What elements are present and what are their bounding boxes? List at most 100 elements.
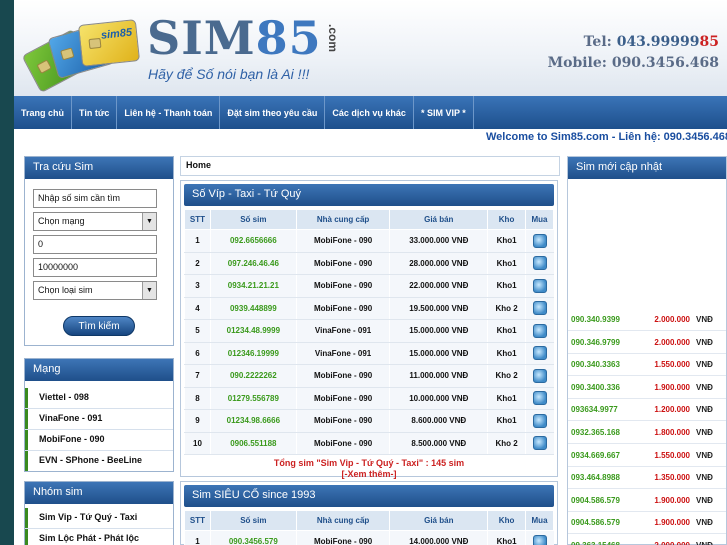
nav-news[interactable]: Tin tức (72, 96, 118, 129)
sim-cards-logo[interactable]: sim85 (21, 14, 147, 94)
sim-number-link[interactable]: 0934.21.21.21 (209, 274, 297, 298)
row-price: 33.000.000 VNĐ (389, 229, 488, 253)
col-price: Giá bán (389, 209, 489, 230)
col-buy: Mua (525, 510, 554, 531)
table-row: 9 01234.98.6666 MobiFone - 090 8.600.000 VN… (184, 409, 554, 433)
sim-number-link[interactable]: 097.246.46.46 (209, 252, 297, 275)
new-sim-number: 090.340.9399 (571, 315, 620, 324)
nav-home[interactable]: Trang chủ (14, 96, 73, 129)
group-item-vip[interactable]: Sim Vip - Tứ Quý - Taxi (25, 508, 173, 528)
sim-number-link[interactable]: 0939.448899 (209, 297, 297, 320)
network-item-vinafone[interactable]: VinaFone - 091 (25, 409, 173, 429)
nav-contact-payment[interactable]: Liên hệ - Thanh toán (117, 96, 221, 129)
sim-type-select[interactable]: Chọn loại sim ▼ (33, 281, 157, 300)
card-label: sim85 (100, 26, 133, 42)
new-sim-currency: VNĐ (696, 428, 713, 437)
new-sim-row[interactable]: 090.340.9399 2.000.000 VNĐ (568, 309, 726, 331)
buy-cell (525, 274, 554, 298)
new-sim-row[interactable]: 09.363.154682.000.000VNĐ (568, 535, 726, 545)
main-nav: Trang chủ Tin tức Liên hệ - Thanh toán Đ… (14, 96, 727, 129)
sim-number-link[interactable]: 090.2222262 (209, 364, 297, 388)
new-sim-price: 2.000.000 (654, 337, 690, 347)
sim-number-link[interactable]: 01279.556789 (209, 387, 297, 410)
network-item-evn[interactable]: EVN - SPhone - BeeLine (25, 451, 173, 471)
cart-icon[interactable] (532, 368, 547, 383)
new-sim-currency: VNĐ (696, 495, 713, 505)
sim-number-link[interactable]: 092.6656666 (209, 229, 297, 253)
sim-group-panel: Nhóm sim Sim Vip - Tứ Quý - Taxi Sim Lộc… (24, 481, 174, 545)
group-item-loc-phat[interactable]: Sim Lộc Phát - Phát lộc (25, 529, 173, 545)
buy-cell (525, 252, 554, 275)
col-buy: Mua (525, 209, 554, 230)
row-provider: MobiFone - 090 (295, 530, 390, 545)
new-sim-row[interactable]: 0932.365.168 1.800.000 VNĐ (568, 422, 726, 444)
col-store: Kho (487, 209, 527, 230)
cart-icon[interactable] (532, 323, 547, 338)
sim-number-link[interactable]: 0906.551188 (209, 432, 297, 455)
nav-other-services[interactable]: Các dịch vụ khác (325, 96, 414, 129)
sim-number-link[interactable]: 01234.48.9999 (209, 319, 297, 343)
cart-icon[interactable] (532, 436, 547, 451)
mobile-contact: Mobile: 090.3456.468 (547, 55, 719, 71)
new-sim-row[interactable]: 090.346.9799 2.000.000 VNĐ (568, 332, 726, 354)
col-number: Số sim (209, 510, 297, 531)
new-sim-price: 1.200.000 (654, 405, 690, 415)
cart-icon[interactable] (532, 233, 547, 248)
search-button[interactable]: Tìm kiếm (63, 316, 135, 336)
new-sim-price: 1.550.000 (654, 360, 690, 370)
new-sim-row[interactable]: 090.340.3363 1.550.000 VNĐ (568, 354, 726, 377)
row-stt: 7 (184, 364, 211, 388)
chevron-down-icon: ▼ (142, 213, 156, 230)
row-stt: 4 (184, 297, 211, 320)
sim-number-link[interactable]: 012346.19999 (209, 342, 297, 365)
nav-sim-vip[interactable]: * SIM VIP * (414, 96, 474, 129)
breadcrumb[interactable]: Home (180, 156, 560, 176)
new-sim-number: 0904.586.579 (571, 518, 620, 528)
row-store: Kho 2 (487, 297, 526, 320)
sim-number-link[interactable]: 090.3456.579 (209, 530, 297, 545)
cart-icon[interactable] (532, 301, 547, 316)
new-sim-currency: VNĐ (696, 315, 713, 324)
cart-icon[interactable] (532, 346, 547, 361)
buy-cell (525, 319, 554, 343)
new-sims-title: Sim mới cập nhật (568, 157, 726, 179)
table-row: 5 01234.48.9999 VinaFone - 091 15.000.000 V… (184, 319, 554, 343)
new-sim-currency: VNĐ (696, 518, 713, 528)
vip-see-more-link[interactable]: [-Xem thêm-] (181, 469, 557, 479)
new-sim-row[interactable]: 090.3400.336 1.900.000 VNĐ (568, 377, 726, 399)
chevron-down-icon: ▼ (142, 282, 156, 299)
cart-icon[interactable] (532, 391, 547, 406)
sim-number-input[interactable]: Nhập số sim cần tìm (33, 189, 157, 208)
row-price: 11.000.000 VNĐ (389, 364, 488, 388)
price-max-input[interactable]: 10000000 (33, 258, 157, 277)
network-select[interactable]: Chọn mạng ▼ (33, 212, 157, 231)
new-sim-currency: VNĐ (696, 405, 713, 415)
new-sim-row[interactable]: 0934.669.667 1.550.000 VNĐ (568, 445, 726, 467)
row-store: Kho 2 (487, 364, 526, 388)
cart-icon[interactable] (532, 413, 547, 428)
network-panel: Mạng Viettel - 098 VinaFone - 091 MobiFo… (24, 358, 174, 472)
row-price: 8.600.000 VNĐ (389, 409, 488, 433)
cart-icon[interactable] (532, 256, 547, 271)
table-row: 1 090.3456.579 MobiFone - 090 14.000.000 VN… (184, 530, 554, 545)
buy-cell (525, 387, 554, 410)
row-stt: 8 (184, 387, 211, 410)
new-sim-row[interactable]: 0904.586.579 1.900.000 VNĐ (568, 512, 726, 535)
network-item-mobifone[interactable]: MobiFone - 090 (25, 430, 173, 450)
sim-number-link[interactable]: 01234.98.6666 (209, 409, 297, 433)
site-logo-text[interactable]: SIM85 (147, 14, 322, 62)
old-sim-box: Sim SIÊU CỔ since 1993 STT Số sim Nhà cu… (180, 481, 558, 545)
new-sim-row[interactable]: 093.464.8988 1.350.000 VNĐ (568, 467, 726, 490)
nav-order-sim[interactable]: Đặt sim theo yêu cầu (220, 96, 326, 129)
row-price: 22.000.000 VNĐ (389, 274, 488, 298)
cart-icon[interactable] (532, 534, 547, 545)
table-row: 1 092.6656666 MobiFone - 090 33.000.000 VNĐ… (184, 229, 554, 253)
price-min-input[interactable]: 0 (33, 235, 157, 254)
new-sim-row[interactable]: 0904.586.579 1.900.000 VNĐ (568, 490, 726, 512)
network-item-viettel[interactable]: Viettel - 098 (25, 388, 173, 408)
row-store: Kho1 (487, 274, 526, 298)
new-sim-row[interactable]: 093634.9977 1.200.000 VNĐ (568, 399, 726, 422)
new-sim-price: 1.900.000 (654, 518, 690, 528)
cart-icon[interactable] (532, 278, 547, 293)
row-price: 15.000.000 VNĐ (389, 342, 488, 365)
